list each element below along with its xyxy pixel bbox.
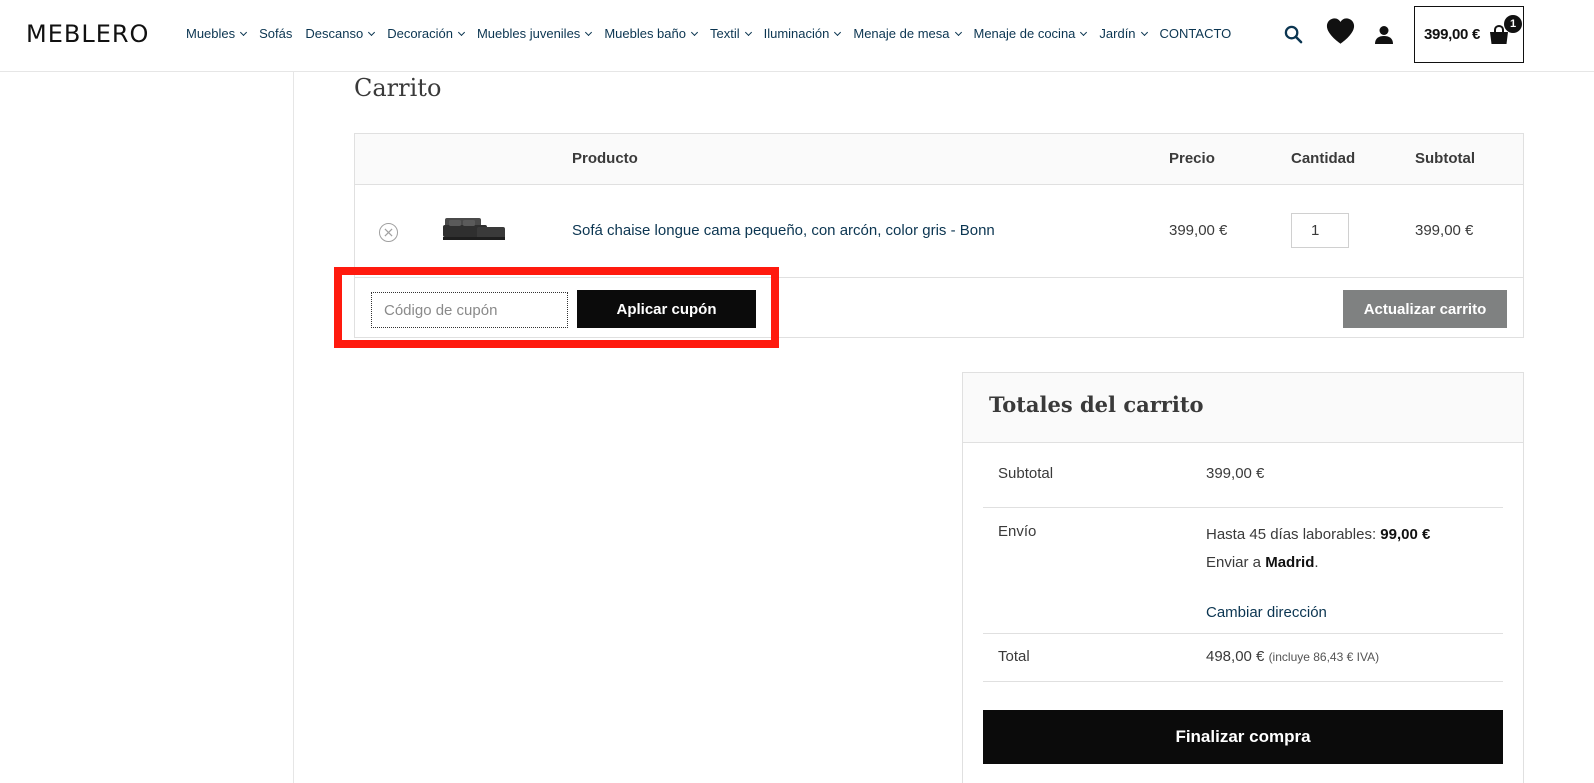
nav-label: Menaje de mesa [853, 26, 950, 41]
shipping-method: Hasta 45 días laborables: 99,00 € [1206, 526, 1430, 543]
page-title: Carrito [354, 74, 442, 102]
cart-totals-panel: Totales del carrito Subtotal 399,00 € En… [962, 372, 1524, 783]
nav-item-decoracion[interactable]: Decoración [387, 26, 466, 41]
nav-label: Textil [709, 26, 740, 41]
remove-item-button[interactable] [379, 223, 398, 242]
totals-row-total: Total 498,00 € (incluye 86,43 € IVA) [983, 634, 1503, 682]
total-amount: 498,00 € [1206, 648, 1265, 665]
column-header-product: Producto [572, 150, 638, 167]
nav-item-menaje-mesa[interactable]: Menaje de mesa [853, 26, 962, 41]
cart-table: Producto Precio Cantidad Subtotal Sofá c… [354, 133, 1524, 338]
nav-item-textil[interactable]: Textil [709, 26, 752, 41]
nav-item-menaje-cocina[interactable]: Menaje de cocina [973, 26, 1088, 41]
quantity-input[interactable] [1291, 213, 1349, 248]
product-subtotal: 399,00 € [1415, 222, 1474, 239]
checkout-button[interactable]: Finalizar compra [983, 710, 1503, 764]
column-header-subtotal: Subtotal [1415, 150, 1475, 167]
totals-row-subtotal: Subtotal 399,00 € [983, 461, 1503, 508]
nav-item-sofas[interactable]: Sofás [259, 26, 292, 41]
total-label: Total [998, 648, 1030, 665]
apply-coupon-button[interactable]: Aplicar cupón [577, 290, 756, 328]
heart-icon[interactable] [1326, 17, 1355, 50]
nav-label: CONTACTO [1159, 26, 1232, 41]
column-header-quantity: Cantidad [1291, 150, 1356, 167]
column-header-price: Precio [1169, 150, 1215, 167]
shipping-method-text: Hasta 45 días laborables: [1206, 526, 1377, 543]
cart-totals-header: Totales del carrito [963, 373, 1523, 443]
user-icon[interactable] [1374, 25, 1394, 50]
nav-item-iluminacion[interactable]: Iluminación [763, 26, 842, 41]
change-address-link[interactable]: Cambiar dirección [1206, 604, 1327, 621]
chevron-down-icon [690, 28, 699, 36]
cart-count-badge: 1 [1504, 15, 1522, 33]
search-icon[interactable] [1284, 25, 1303, 49]
nav-label: Muebles baño [604, 26, 686, 41]
update-cart-button[interactable]: Actualizar carrito [1343, 290, 1507, 328]
close-icon [384, 228, 393, 237]
subtotal-label: Subtotal [998, 465, 1054, 482]
subtotal-value: 399,00 € [1206, 465, 1265, 482]
site-header: MEBLERO Muebles Sofás Descanso Decoració… [0, 0, 1594, 72]
main-nav: Muebles Sofás Descanso Decoración Mueble… [186, 26, 1244, 41]
shipping-label: Envío [998, 523, 1037, 540]
chevron-down-icon [240, 28, 248, 36]
chevron-down-icon [1140, 28, 1148, 36]
nav-label: Iluminación [763, 26, 830, 41]
chevron-down-icon [368, 28, 376, 36]
header-cart-total: 399,00 € [1424, 26, 1480, 43]
chevron-down-icon [1080, 28, 1088, 36]
nav-item-muebles-bano[interactable]: Muebles baño [604, 26, 699, 41]
nav-label: Decoración [387, 26, 453, 41]
nav-label: Jardín [1099, 26, 1136, 41]
nav-item-jardin[interactable]: Jardín [1099, 26, 1148, 41]
shipping-cost: 99,00 € [1380, 526, 1431, 543]
cart-totals-title: Totales del carrito [989, 392, 1204, 417]
nav-label: Muebles juveniles [476, 26, 581, 41]
header-cart-button[interactable]: 399,00 € 1 [1414, 6, 1524, 63]
table-row: Sofá chaise longue cama pequeño, con arc… [355, 185, 1523, 278]
chevron-down-icon [585, 28, 593, 36]
site-logo[interactable]: MEBLERO [26, 20, 149, 48]
nav-label: Descanso [305, 26, 364, 41]
ship-to-prefix: Enviar a [1206, 554, 1262, 571]
product-price: 399,00 € [1169, 222, 1228, 239]
cart-actions: Aplicar cupón Actualizar carrito [355, 278, 1523, 338]
totals-row-shipping: Envío Hasta 45 días laborables: 99,00 € … [983, 508, 1503, 634]
ship-to: Enviar a Madrid. [1206, 554, 1319, 571]
nav-item-muebles[interactable]: Muebles [186, 26, 248, 41]
nav-label: Menaje de cocina [973, 26, 1076, 41]
nav-item-descanso[interactable]: Descanso [305, 26, 376, 41]
nav-label: Muebles [186, 26, 236, 41]
chevron-down-icon [954, 28, 962, 36]
chevron-down-icon [457, 28, 466, 36]
sidebar-divider [293, 72, 294, 783]
nav-item-contacto[interactable]: CONTACTO [1160, 26, 1232, 41]
nav-item-muebles-juveniles[interactable]: Muebles juveniles [476, 26, 593, 41]
ship-to-city: Madrid [1265, 554, 1315, 571]
cart-table-header: Producto Precio Cantidad Subtotal [355, 134, 1523, 185]
coupon-code-input[interactable] [371, 292, 568, 328]
chevron-down-icon [744, 28, 752, 36]
chevron-down-icon [834, 28, 842, 36]
product-name-link[interactable]: Sofá chaise longue cama pequeño, con arc… [572, 222, 995, 239]
total-value: 498,00 € (incluye 86,43 € IVA) [1206, 648, 1379, 665]
tax-note: (incluye 86,43 € IVA) [1268, 650, 1380, 664]
nav-label: Sofás [259, 26, 293, 41]
product-thumbnail[interactable] [441, 211, 507, 247]
